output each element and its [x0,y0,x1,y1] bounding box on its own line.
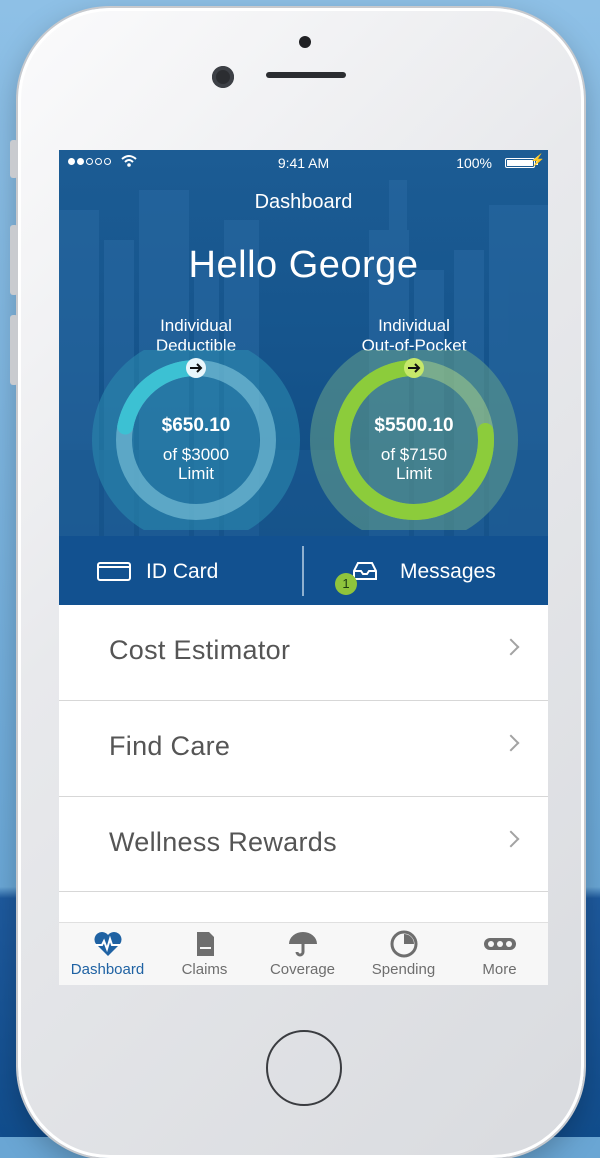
id-card-label: ID Card [146,560,219,583]
tab-label: Spending [371,961,436,978]
bottom-tab-bar: Dashboard Claims Coverage Spending More [59,922,548,985]
proximity-sensor [299,36,311,48]
messages-label: Messages [400,560,496,583]
inbox-icon [353,562,377,580]
tab-spending[interactable]: Spending [355,923,452,985]
heart-pulse-icon [94,932,122,956]
tab-coverage[interactable]: Coverage [254,923,351,985]
tab-label: Coverage [269,961,336,978]
deductible-amount: $650.10 [161,415,231,436]
chevron-right-icon [502,734,520,752]
menu-item-find-care[interactable]: Find Care [59,701,548,797]
messages-button[interactable]: 1 Messages [304,536,548,605]
menu-list: Cost Estimator Find Care Wellness Reward… [59,605,548,932]
menu-item-wellness-rewards[interactable]: Wellness Rewards [59,797,548,892]
front-camera-icon [212,66,234,88]
id-card-button[interactable]: ID Card [59,536,302,605]
quick-actions-bar: ID Card 1 Messages [59,536,548,605]
mute-switch [10,140,18,178]
document-icon [197,932,214,956]
menu-item-label: Cost Estimator [109,635,291,665]
home-button[interactable] [266,1030,342,1106]
app-screen: 9:41 AM 100% ⚡ Dashboard Hello George In… [59,150,548,985]
tab-label: Claims [181,961,228,978]
tab-label: More [482,961,517,978]
chevron-right-icon [502,830,520,848]
volume-up-button [10,225,18,295]
id-card-icon [97,562,131,581]
more-icon [484,938,516,950]
tab-claims[interactable]: Claims [156,923,253,985]
greeting-heading: Hello George [188,244,419,286]
tab-label: Dashboard [70,961,145,978]
deductible-ring [92,350,300,530]
umbrella-icon [289,932,317,957]
dashboard-hero: 9:41 AM 100% ⚡ Dashboard Hello George In… [59,150,548,536]
tab-more[interactable]: More [451,923,548,985]
status-bar: 9:41 AM 100% ⚡ [59,150,548,176]
tab-dashboard[interactable]: Dashboard [59,923,156,985]
out-of-pocket-limit: of $7150 Limit [380,445,448,483]
earpiece-speaker [266,72,346,78]
deductible-gauge[interactable]: Individual Deductible $650.10 of $3000 L… [86,310,306,530]
volume-down-button [10,315,18,385]
pie-chart-icon [390,930,418,958]
charging-bolt-icon: ⚡ [530,153,545,167]
chevron-right-icon [502,638,520,656]
menu-item-label: Find Care [109,731,231,761]
out-of-pocket-ring [310,350,518,530]
deductible-limit: of $3000 Limit [162,445,230,483]
out-of-pocket-gauge[interactable]: Individual Out-of-Pocket $5500.10 of $71… [304,310,524,530]
menu-item-cost-estimator[interactable]: Cost Estimator [59,605,548,701]
page-title: Dashboard [254,191,353,213]
battery-percentage: 100% [456,155,492,171]
menu-item-label: Wellness Rewards [109,827,337,857]
messages-badge: 1 [335,573,357,595]
out-of-pocket-amount: $5500.10 [374,415,454,436]
